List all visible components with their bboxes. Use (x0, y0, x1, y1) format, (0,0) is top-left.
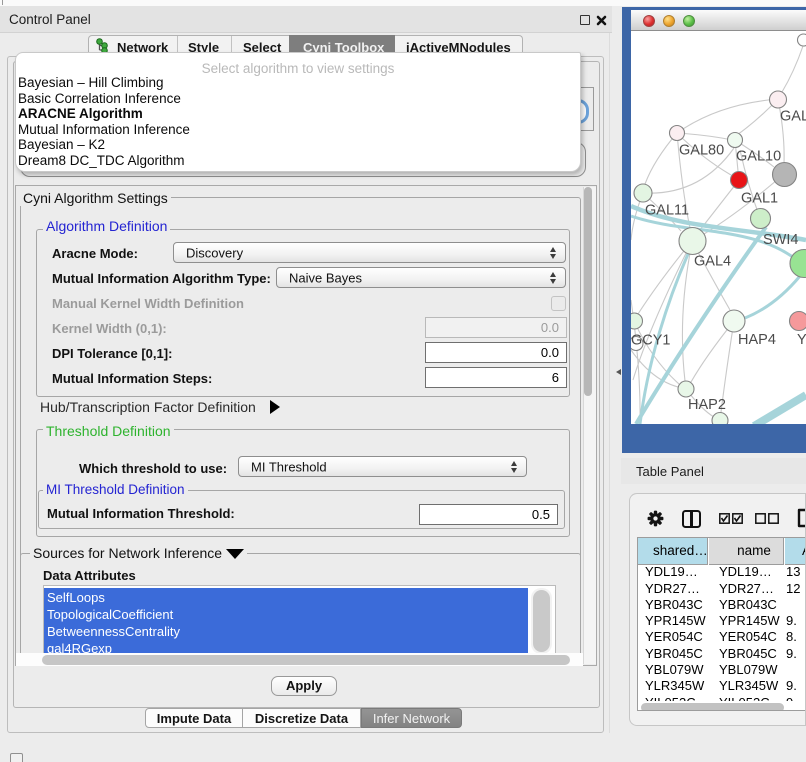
svg-text:GAL10: GAL10 (736, 149, 781, 165)
svg-text:GAL1: GAL1 (741, 191, 778, 207)
svg-text:HAP2: HAP2 (688, 397, 726, 413)
svg-text:HAP4: HAP4 (738, 332, 776, 348)
svg-text:GCY1: GCY1 (631, 333, 671, 349)
svg-text:GAL4: GAL4 (694, 254, 731, 270)
svg-text:YB: YB (797, 332, 806, 348)
svg-text:SWI4: SWI4 (763, 232, 798, 248)
svg-text:GAL7: GAL7 (780, 109, 806, 125)
svg-text:GAL11: GAL11 (645, 203, 689, 219)
svg-text:GAL80: GAL80 (679, 143, 724, 159)
